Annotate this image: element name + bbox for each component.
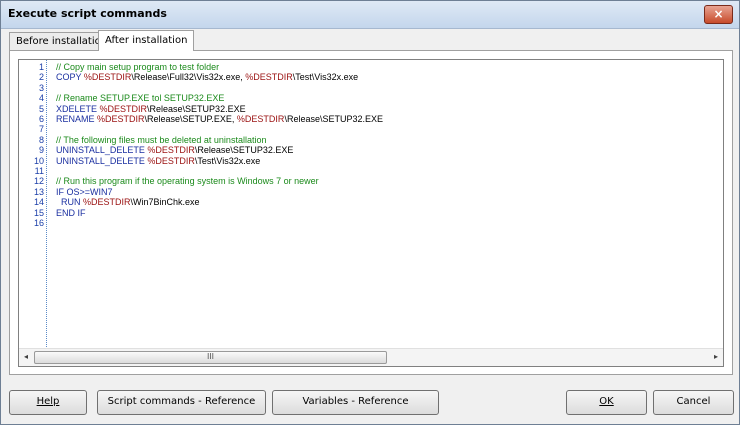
ok-button[interactable]: OK <box>566 390 647 415</box>
script-commands-reference-button[interactable]: Script commands - Reference <box>97 390 266 415</box>
line-number: 1 <box>38 62 44 72</box>
help-button-label: Help <box>36 396 60 407</box>
code-token-kw: IF OS>=WIN7 <box>56 186 113 197</box>
script-editor[interactable]: 1 // Copy main setup program to test fold… <box>18 59 724 367</box>
code-token-txt: \Release\SETUP32.EXE <box>284 114 383 124</box>
code-line[interactable]: // Rename SETUP.EXE tol SETUP32.EXE <box>56 93 224 103</box>
close-button[interactable]: × <box>704 5 733 24</box>
code-line[interactable]: END IF <box>56 208 86 218</box>
code-token-comment: // Copy main setup program to test folde… <box>56 62 220 72</box>
code-token-txt: \Release\SETUP32.EXE <box>194 145 294 156</box>
line-number: 3 <box>38 82 44 93</box>
code-token-kw: RUN <box>56 197 83 208</box>
line-number: 9 <box>38 145 44 156</box>
code-token-txt: \Test\Vis32x.exe <box>292 72 359 83</box>
title-bar[interactable]: Execute script commands × <box>1 1 739 29</box>
code-token-kw: COPY <box>56 72 84 83</box>
tab-after-installation[interactable]: After installation <box>98 30 195 51</box>
code-token-comment: // Rename SETUP.EXE tol SETUP32.EXE <box>56 93 225 104</box>
code-line[interactable]: RUN %DESTDIR\Win7BinChk.exe <box>56 197 200 207</box>
code-line[interactable]: UNINSTALL_DELETE %DESTDIR\Release\SETUP3… <box>56 145 293 155</box>
code-token-txt: \Release\Full32\Vis32x.exe, <box>131 72 246 83</box>
cancel-button[interactable]: Cancel <box>653 390 734 415</box>
line-number: 12 <box>33 176 44 187</box>
scroll-left-icon[interactable]: ◂ <box>24 352 28 361</box>
line-number: 15 <box>33 207 44 218</box>
variables-reference-label: Variables - Reference <box>302 396 409 407</box>
code-token-var: %DESTDIR <box>147 145 195 156</box>
code-line[interactable]: IF OS>=WIN7 <box>56 187 113 197</box>
scroll-right-icon[interactable]: ▸ <box>714 352 718 361</box>
help-button[interactable]: Help <box>9 390 87 415</box>
code-token-var: %DESTDIR <box>245 72 293 83</box>
line-number: 13 <box>33 186 44 197</box>
code-line[interactable]: XDELETE %DESTDIR\Release\SETUP32.EXE <box>56 104 246 114</box>
code-token-kw: END IF <box>56 207 86 218</box>
code-token-var: %DESTDIR <box>83 197 131 208</box>
code-token-txt: \Release\SETUP32.EXE <box>147 103 246 114</box>
tab-label: After installation <box>105 35 188 46</box>
scrollbar-thumb[interactable]: III <box>34 351 387 364</box>
scrollbar-grip: III <box>206 352 215 361</box>
line-number: 7 <box>38 124 44 135</box>
code-token-comment: // The following files must be deleted a… <box>56 134 267 145</box>
line-number: 2 <box>38 72 44 83</box>
cancel-button-label: Cancel <box>676 396 711 407</box>
code-token-kw: RENAME <box>56 114 98 124</box>
line-number: 5 <box>38 103 44 114</box>
code-line[interactable]: // The following files must be deleted a… <box>56 135 266 145</box>
line-number: 8 <box>38 134 44 145</box>
ok-button-label: OK <box>599 396 614 407</box>
variables-reference-button[interactable]: Variables - Reference <box>272 390 439 415</box>
script-commands-reference-label: Script commands - Reference <box>107 396 256 407</box>
line-number: 16 <box>33 218 44 228</box>
line-number: 6 <box>38 114 44 124</box>
code-token-var: %DESTDIR <box>236 114 285 124</box>
code-line[interactable]: // Run this program if the operating sys… <box>56 176 319 186</box>
code-token-kw: UNINSTALL_DELETE <box>56 145 148 156</box>
line-number: 14 <box>33 197 44 208</box>
tab-panel: 1 // Copy main setup program to test fold… <box>9 50 733 375</box>
code-line[interactable]: RENAME %DESTDIR\Release\SETUP.EXE, %DEST… <box>56 114 383 124</box>
horizontal-scrollbar[interactable]: ◂ III ▸ <box>19 348 723 366</box>
code-token-comment: // Run this program if the operating sys… <box>56 176 319 187</box>
code-token-kw: XDELETE <box>56 103 100 114</box>
dialog-window: Execute script commands × Before install… <box>0 0 740 425</box>
line-number: 10 <box>33 155 44 166</box>
line-number: 11 <box>34 166 44 176</box>
code-line[interactable]: COPY %DESTDIR\Release\Full32\Vis32x.exe,… <box>56 72 358 82</box>
code-token-txt: \Win7BinChk.exe <box>130 197 200 208</box>
tab-label: Before installation <box>16 36 108 47</box>
code-line[interactable]: // Copy main setup program to test folde… <box>56 62 219 72</box>
code-token-var: %DESTDIR <box>97 114 145 124</box>
code-token-txt: \Test\Vis32x.exe <box>194 155 261 166</box>
code-token-var: %DESTDIR <box>99 103 148 114</box>
code-token-kw: UNINSTALL_DELETE <box>56 155 148 166</box>
window-title: Execute script commands <box>8 7 167 20</box>
close-icon: × <box>713 7 724 21</box>
code-line[interactable]: UNINSTALL_DELETE %DESTDIR\Test\Vis32x.ex… <box>56 156 260 166</box>
line-number: 4 <box>38 93 44 104</box>
code-token-var: %DESTDIR <box>83 72 132 83</box>
code-token-var: %DESTDIR <box>147 155 195 166</box>
code-token-txt: \Release\SETUP.EXE, <box>144 114 237 124</box>
